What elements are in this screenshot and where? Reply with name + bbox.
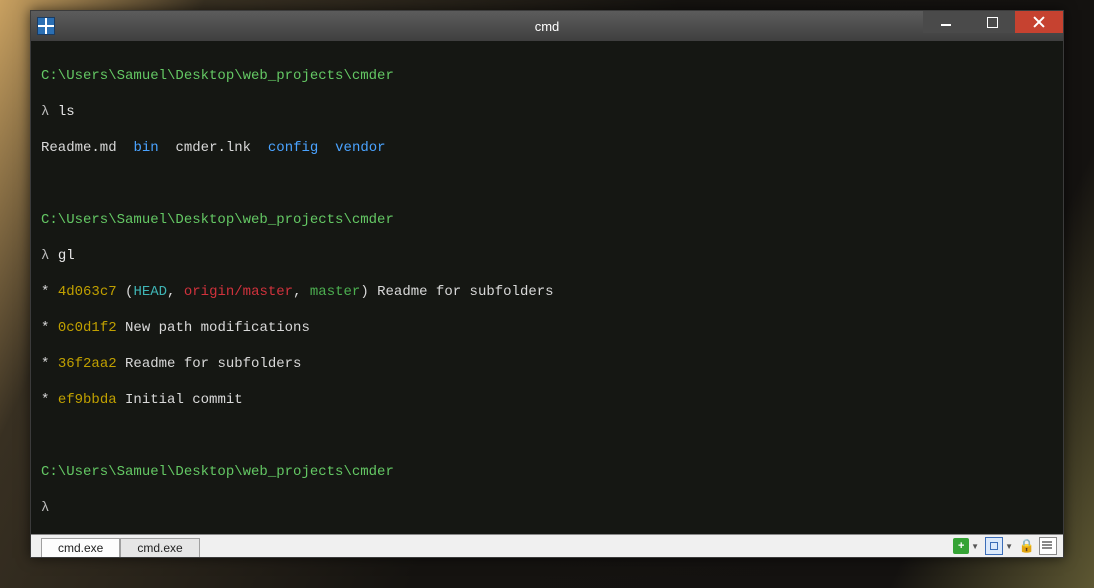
close-button[interactable] <box>1015 11 1063 33</box>
new-console-icon[interactable]: + <box>953 538 969 554</box>
dropdown-caret-icon[interactable]: ▼ <box>1005 542 1013 551</box>
statusbar-right: + ▼ ▼ 🔒 <box>953 535 1063 557</box>
console-tabs: cmd.exe cmd.exe <box>41 535 200 557</box>
prompt-symbol: λ <box>41 500 49 516</box>
attach-icon[interactable] <box>985 537 1003 555</box>
log-star: * <box>41 356 49 372</box>
commit-hash: ef9bbda <box>58 392 117 408</box>
maximize-button[interactable] <box>969 11 1015 33</box>
terminal-output[interactable]: C:\Users\Samuel\Desktop\web_projects\cmd… <box>31 41 1063 534</box>
decor-sep: , <box>293 284 310 300</box>
commit-message: Readme for subfolders <box>125 356 301 372</box>
minimize-button[interactable] <box>923 11 969 33</box>
prompt-symbol: λ <box>41 248 49 264</box>
desktop-background: cmd C:\Users\Samuel\Desktop\web_projects… <box>0 0 1094 588</box>
commit-message: Readme for subfolders <box>377 284 553 300</box>
prompt-input: gl <box>58 248 75 264</box>
ref-branch: master <box>310 284 360 300</box>
prompt-symbol: λ <box>41 104 49 120</box>
app-icon[interactable] <box>37 17 55 35</box>
minimize-icon <box>941 24 951 26</box>
commit-message: New path modifications <box>125 320 310 336</box>
commit-hash: 36f2aa2 <box>58 356 117 372</box>
decor-sep: , <box>167 284 184 300</box>
prompt-input: ls <box>58 104 75 120</box>
window-title: cmd <box>31 19 1063 34</box>
lock-icon[interactable]: 🔒 <box>1019 538 1035 554</box>
ls-entry: vendor <box>335 140 385 156</box>
commit-message: Initial commit <box>125 392 243 408</box>
window-controls <box>923 11 1063 33</box>
menu-icon[interactable] <box>1039 537 1057 555</box>
statusbar: cmd.exe cmd.exe + ▼ ▼ 🔒 <box>31 534 1063 557</box>
maximize-icon <box>987 17 998 28</box>
titlebar[interactable]: cmd <box>31 11 1063 41</box>
commit-hash: 4d063c7 <box>58 284 117 300</box>
console-tab[interactable]: cmd.exe <box>120 538 199 557</box>
console-tab-active[interactable]: cmd.exe <box>41 538 120 557</box>
ls-entry: Readme.md <box>41 140 117 156</box>
log-star: * <box>41 284 49 300</box>
ref-head: HEAD <box>133 284 167 300</box>
dropdown-caret-icon[interactable]: ▼ <box>971 542 979 551</box>
commit-hash: 0c0d1f2 <box>58 320 117 336</box>
log-star: * <box>41 392 49 408</box>
ref-remote: origin/master <box>184 284 293 300</box>
prompt-path: C:\Users\Samuel\Desktop\web_projects\cmd… <box>41 464 394 480</box>
ls-entry: bin <box>133 140 158 156</box>
ls-entry: config <box>268 140 318 156</box>
close-icon <box>1033 16 1045 28</box>
log-star: * <box>41 320 49 336</box>
prompt-path: C:\Users\Samuel\Desktop\web_projects\cmd… <box>41 212 394 228</box>
decor-close: ) <box>360 284 368 300</box>
ls-entry: cmder.lnk <box>175 140 251 156</box>
prompt-path: C:\Users\Samuel\Desktop\web_projects\cmd… <box>41 68 394 84</box>
terminal-window: cmd C:\Users\Samuel\Desktop\web_projects… <box>30 10 1064 558</box>
